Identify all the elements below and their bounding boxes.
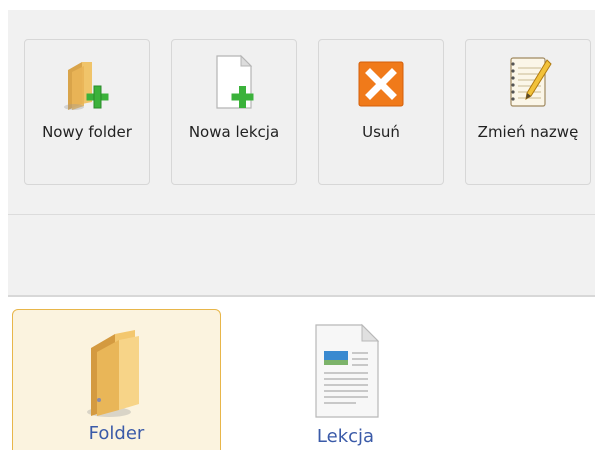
breadcrumb-bar xyxy=(8,215,595,297)
rename-label: Zmień nazwę xyxy=(477,123,579,141)
toolbar: Nowy folder Nowa lekcja Usuń Zmień nazwę xyxy=(8,10,595,215)
delete-button[interactable]: Usuń xyxy=(318,39,444,185)
file-list: Folder Lekcja xyxy=(0,297,595,450)
new-folder-button[interactable]: Nowy folder xyxy=(24,39,150,185)
lesson-item[interactable]: Lekcja xyxy=(241,309,450,450)
folder-icon xyxy=(86,330,139,417)
file-manager: Nowy folder Nowa lekcja Usuń Zmień nazwę… xyxy=(0,0,595,450)
lesson-document-icon xyxy=(314,323,379,418)
new-lesson-label: Nowa lekcja xyxy=(188,123,280,141)
new-folder-icon xyxy=(64,62,109,110)
new-folder-label: Nowy folder xyxy=(42,123,132,141)
new-lesson-icon xyxy=(216,54,254,109)
new-lesson-button[interactable]: Nowa lekcja xyxy=(171,39,297,185)
delete-icon xyxy=(358,61,404,107)
folder-item[interactable]: Folder xyxy=(12,309,221,450)
lesson-name: Lekcja xyxy=(316,426,375,447)
folder-name: Folder xyxy=(88,423,145,444)
delete-label: Usuń xyxy=(362,123,400,141)
rename-button[interactable]: Zmień nazwę xyxy=(465,39,591,185)
rename-icon xyxy=(510,57,552,107)
